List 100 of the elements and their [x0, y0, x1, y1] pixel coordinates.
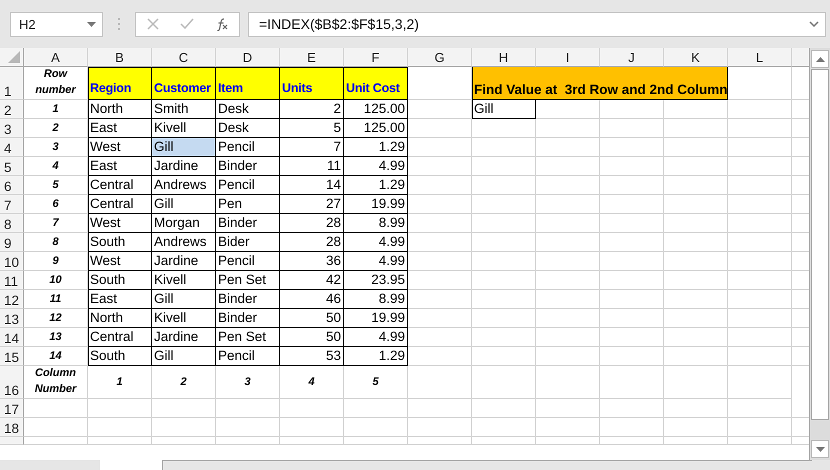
result-value: Gill: [472, 100, 536, 119]
row-number: 14: [24, 346, 88, 366]
table-cell: West: [88, 252, 152, 271]
table-cell: Pencil: [216, 138, 280, 157]
row-header[interactable]: 8: [0, 214, 24, 233]
table-cell: 50: [280, 328, 344, 347]
table-cell: 8.99: [344, 290, 408, 309]
table-cell: 2: [280, 100, 344, 119]
header-cell: Units: [280, 67, 344, 100]
table-cell: Binder: [216, 290, 280, 309]
table-cell: Desk: [216, 100, 280, 119]
table-cell: 1.29: [344, 138, 408, 157]
chevron-icon: [809, 21, 819, 27]
row-number: 7: [24, 214, 88, 233]
table-cell: 1.29: [344, 176, 408, 195]
column-header[interactable]: A: [24, 48, 88, 67]
table-cell: Pencil: [216, 252, 280, 271]
table-cell: 11: [280, 156, 344, 176]
row-header[interactable]: 18: [0, 418, 24, 437]
table-cell: 4.99: [344, 232, 408, 252]
name-box[interactable]: H2: [10, 12, 103, 36]
column-number: 3: [216, 366, 280, 399]
column-header[interactable]: F: [344, 48, 408, 67]
row-number: 3: [24, 138, 88, 157]
column-number: 2: [152, 366, 216, 399]
row-header[interactable]: 17: [0, 398, 24, 418]
row-header[interactable]: 3: [0, 118, 24, 138]
row-header[interactable]: 10: [0, 252, 24, 271]
column-header[interactable]: J: [600, 48, 664, 67]
row-header[interactable]: 7: [0, 194, 24, 214]
row-header[interactable]: 5: [0, 156, 24, 176]
table-cell: 19.99: [344, 308, 408, 328]
column-number: 4: [280, 366, 344, 399]
row-number: 8: [24, 232, 88, 252]
header-cell: Unit Cost: [344, 67, 408, 100]
column-header[interactable]: L: [728, 48, 792, 67]
row-header[interactable]: 16: [0, 366, 24, 399]
table-cell: 8.99: [344, 214, 408, 233]
table-cell: Pen Set: [216, 270, 280, 290]
table-cell: 28: [280, 232, 344, 252]
column-number: 1: [88, 366, 152, 399]
table-cell: 125.00: [344, 100, 408, 119]
header-cell: Item: [216, 67, 280, 100]
select-all-icon[interactable]: [8, 51, 20, 63]
table-cell: Gill: [152, 290, 216, 309]
row-header[interactable]: 12: [0, 290, 24, 309]
table-cell: 50: [280, 308, 344, 328]
table-cell: Andrews: [152, 232, 216, 252]
table-cell: Kivell: [152, 308, 216, 328]
table-cell: 5: [280, 118, 344, 138]
row-header[interactable]: 2: [0, 100, 24, 119]
column-header[interactable]: D: [216, 48, 280, 67]
table-cell: Jardine: [152, 328, 216, 347]
row-header[interactable]: 9: [0, 232, 24, 252]
table-cell: Pencil: [216, 176, 280, 195]
column-header[interactable]: C: [152, 48, 216, 67]
result-title: Find Value at 3rd Row and 2nd Column: [472, 67, 728, 100]
table-cell: Pen: [216, 194, 280, 214]
table-cell: Smith: [152, 100, 216, 119]
table-cell: Central: [88, 176, 152, 195]
column-header[interactable]: H: [472, 48, 536, 67]
down-arrow-icon: [816, 446, 824, 452]
column-header[interactable]: B: [88, 48, 152, 67]
cancel-icon[interactable]: [146, 17, 160, 31]
column-header[interactable]: E: [280, 48, 344, 67]
function-icon[interactable]: [214, 17, 229, 31]
table-cell: Central: [88, 328, 152, 347]
table-cell: Binder: [216, 308, 280, 328]
table-cell: Desk: [216, 118, 280, 138]
table-cell: North: [88, 100, 152, 119]
column-header[interactable]: G: [408, 48, 472, 67]
table-cell: Bider: [216, 232, 280, 252]
check-icon[interactable]: [180, 17, 194, 31]
column-number-label: Column Number: [24, 366, 88, 399]
row-header[interactable]: 4: [0, 138, 24, 157]
column-header[interactable]: K: [664, 48, 728, 67]
table-cell: South: [88, 232, 152, 252]
table-cell: East: [88, 156, 152, 176]
table-cell: 1.29: [344, 346, 408, 366]
row-header[interactable]: 13: [0, 308, 24, 328]
table-cell: 125.00: [344, 118, 408, 138]
row-number: 5: [24, 176, 88, 195]
formula-field[interactable]: =INDEX($B$2:$F$15,3,2): [248, 12, 826, 36]
row-header[interactable]: 6: [0, 176, 24, 195]
table-cell: East: [88, 290, 152, 309]
vertical-scrollbar[interactable]: [810, 48, 830, 460]
up-arrow-icon: [816, 56, 824, 62]
table-cell: Gill: [152, 138, 216, 157]
row-header[interactable]: 1: [0, 67, 24, 100]
row-header[interactable]: 11: [0, 270, 24, 290]
table-cell: South: [88, 270, 152, 290]
table-cell: East: [88, 118, 152, 138]
row-header[interactable]: 14: [0, 328, 24, 347]
row-header[interactable]: 15: [0, 346, 24, 366]
row-number: 10: [24, 270, 88, 290]
column-header[interactable]: I: [536, 48, 600, 67]
table-cell: Jardine: [152, 252, 216, 271]
table-cell: 4.99: [344, 252, 408, 271]
table-cell: 42: [280, 270, 344, 290]
row-number: 6: [24, 194, 88, 214]
